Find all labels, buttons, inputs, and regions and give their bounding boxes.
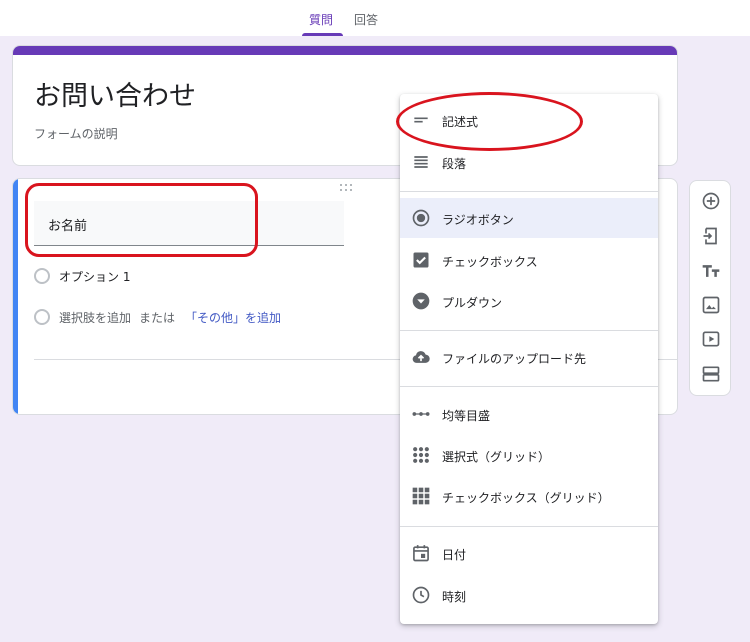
tab-questions[interactable]: 質問	[309, 11, 333, 28]
form-description[interactable]: フォームの説明	[34, 125, 118, 142]
add-title-icon[interactable]	[701, 261, 721, 281]
radio-icon	[34, 268, 50, 284]
calendar-icon	[411, 543, 431, 563]
highlight-ring-short-answer	[396, 92, 583, 151]
clock-icon	[411, 585, 431, 605]
menu-item-radio-button[interactable]: ラジオボタン	[400, 198, 658, 238]
add-other-link[interactable]: 「その他」を追加	[185, 309, 281, 326]
menu-item-label: チェックボックス（グリッド）	[442, 491, 610, 505]
menu-divider	[400, 526, 658, 527]
menu-item-time[interactable]: 時刻	[400, 575, 658, 615]
menu-item-file-upload[interactable]: ファイルのアップロード先	[400, 337, 658, 377]
option-1-label[interactable]: オプション 1	[59, 268, 130, 285]
highlight-ring-question-title	[25, 183, 258, 257]
add-video-icon[interactable]	[701, 329, 721, 349]
menu-item-date[interactable]: 日付	[400, 533, 658, 573]
menu-item-checkbox[interactable]: チェックボックス	[400, 240, 658, 280]
add-option-button[interactable]: 選択肢を追加	[59, 309, 131, 326]
import-questions-icon[interactable]	[701, 226, 721, 246]
active-question-indicator	[13, 179, 18, 414]
menu-item-multiple-choice-grid[interactable]: 選択式（グリッド）	[400, 435, 658, 475]
menu-item-label: 均等目盛	[442, 409, 491, 423]
menu-divider	[400, 330, 658, 331]
add-question-icon[interactable]	[701, 191, 721, 211]
or-text: または	[139, 311, 176, 325]
top-bar: 質問 回答	[0, 0, 750, 36]
multiple-choice-grid-icon	[411, 445, 431, 465]
question-type-menu: 記述式 段落 ラジオボタン チェックボックス プルダウン ファイルのアップロード…	[400, 94, 658, 624]
menu-item-label: ラジオボタン	[442, 213, 514, 227]
menu-item-label: チェックボックス	[442, 255, 538, 269]
menu-item-checkbox-grid[interactable]: チェックボックス（グリッド）	[400, 476, 658, 516]
linear-scale-icon	[411, 404, 431, 424]
radio-button-icon	[411, 208, 431, 228]
menu-item-label: 段落	[442, 157, 467, 171]
menu-item-label: 日付	[442, 548, 467, 562]
menu-item-label: 時刻	[442, 590, 467, 604]
add-section-icon[interactable]	[701, 364, 721, 384]
menu-item-linear-scale[interactable]: 均等目盛	[400, 394, 658, 434]
form-title[interactable]: お問い合わせ	[34, 74, 196, 113]
menu-item-label: ファイルのアップロード先	[442, 352, 587, 366]
question-toolbar	[689, 180, 731, 396]
radio-icon	[34, 309, 50, 325]
checkbox-grid-icon	[411, 486, 431, 506]
menu-divider	[400, 386, 658, 387]
menu-divider	[400, 191, 658, 192]
checkbox-icon	[411, 250, 431, 270]
menu-item-label: 選択式（グリッド）	[442, 450, 551, 464]
tab-responses[interactable]: 回答	[354, 11, 378, 28]
active-tab-indicator	[302, 33, 343, 36]
add-image-icon[interactable]	[701, 295, 721, 315]
title-card-accent	[13, 46, 677, 55]
menu-item-dropdown[interactable]: プルダウン	[400, 281, 658, 321]
cloud-upload-icon	[411, 347, 431, 367]
paragraph-icon	[411, 152, 431, 172]
menu-item-label: プルダウン	[442, 296, 503, 310]
drag-handle-icon[interactable]	[340, 184, 354, 194]
dropdown-icon	[411, 291, 431, 311]
